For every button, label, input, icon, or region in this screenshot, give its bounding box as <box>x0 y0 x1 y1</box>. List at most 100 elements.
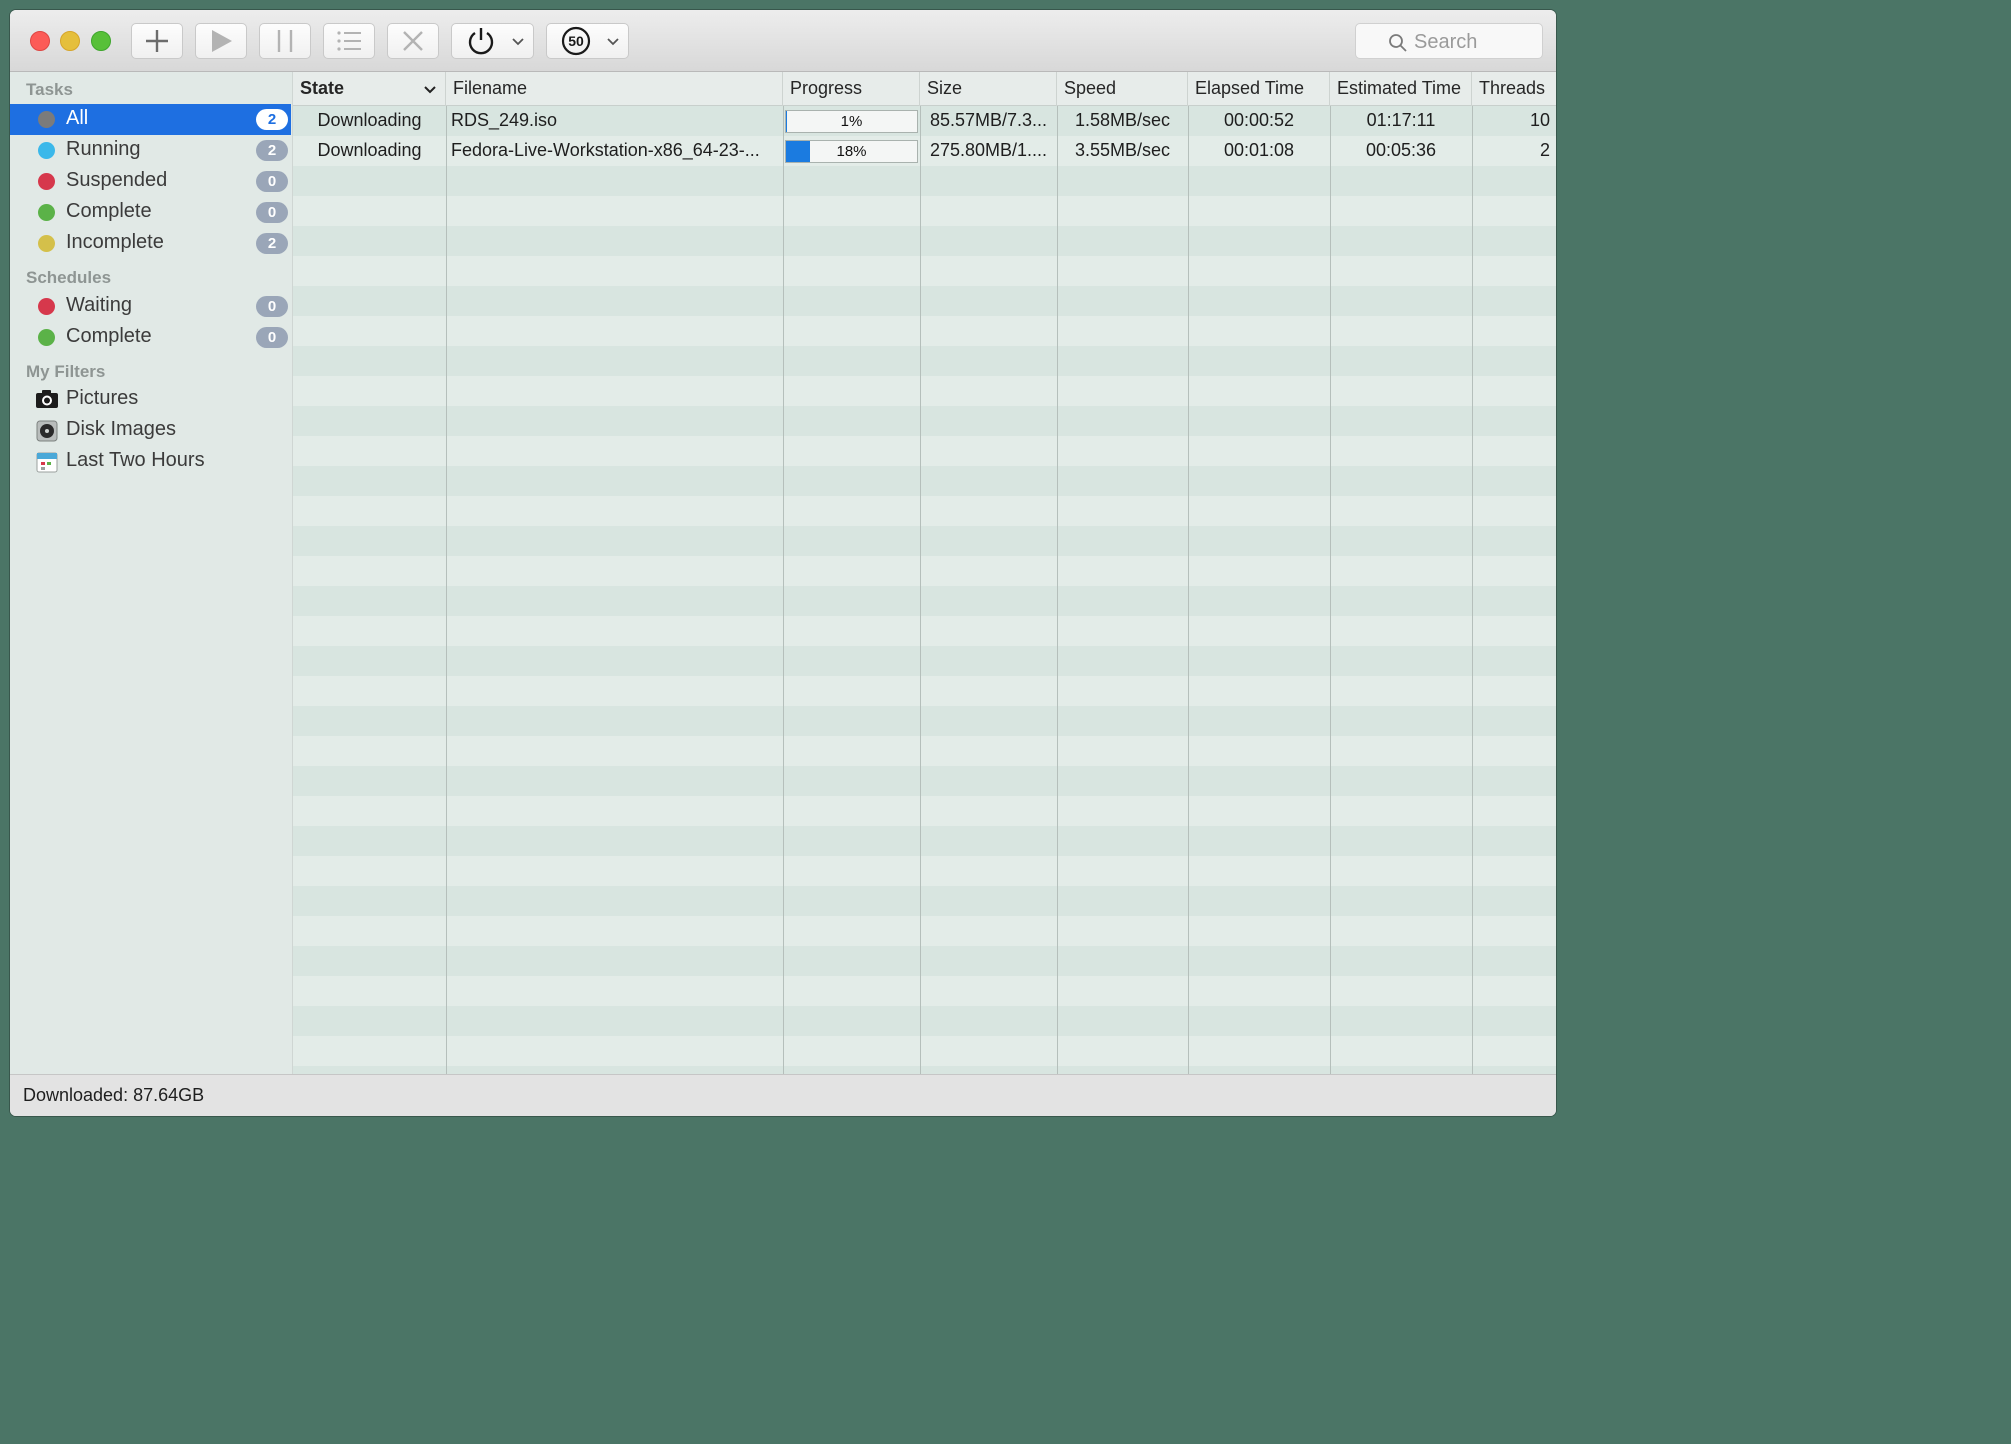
remove-button[interactable] <box>387 23 439 59</box>
column-header-progress[interactable]: Progress <box>783 72 920 106</box>
filters-heading: My Filters <box>26 362 106 381</box>
search-field[interactable] <box>1355 23 1543 59</box>
status-dot-icon <box>38 329 55 346</box>
filename-cell: Fedora-Live-Workstation-x86_64-23-... <box>451 140 760 160</box>
progress-bar: 18% <box>785 140 918 163</box>
column-divider <box>1057 106 1058 1074</box>
column-header-threads[interactable]: Threads <box>1472 72 1556 106</box>
chevron-down-icon <box>607 38 619 46</box>
sidebar-item-suspended[interactable]: Suspended 0 <box>10 166 293 197</box>
column-divider <box>920 106 921 1074</box>
table-row[interactable]: Downloading Fedora-Live-Workstation-x86_… <box>293 136 1556 166</box>
sidebar-item-last-two-hours[interactable]: Last Two Hours <box>10 446 293 477</box>
list-button[interactable] <box>323 23 375 59</box>
threads-cell: 2 <box>1539 140 1550 160</box>
size-cell: 275.80MB/1.... <box>929 140 1048 160</box>
sidebar-item-label: Waiting <box>66 294 132 316</box>
speed-cell: 1.58MB/sec <box>1074 110 1171 130</box>
column-header-filename[interactable]: Filename <box>446 72 783 106</box>
zoom-window-button[interactable] <box>91 31 111 51</box>
sidebar-item-running[interactable]: Running 2 <box>10 135 293 166</box>
sidebar-item-label: Pictures <box>66 387 139 409</box>
list-icon <box>337 31 361 51</box>
column-header-label: Estimated Time <box>1337 78 1462 98</box>
status-dot-icon <box>38 235 55 252</box>
sidebar-item-schedule-complete[interactable]: Complete 0 <box>10 322 293 353</box>
column-header-label: Progress <box>790 78 863 98</box>
count-badge: 0 <box>256 171 288 192</box>
sidebar-item-label: Disk Images <box>66 418 177 440</box>
status-dot-icon <box>38 204 55 221</box>
column-header-label: Filename <box>453 78 528 98</box>
plus-icon <box>146 30 168 52</box>
resume-button[interactable] <box>195 23 247 59</box>
sidebar-item-all[interactable]: All 2 <box>10 104 291 135</box>
sidebar-item-label: Incomplete <box>66 231 164 253</box>
speed-cell: 3.55MB/sec <box>1074 140 1171 160</box>
disk-image-icon <box>36 420 58 442</box>
progress-bar: 1% <box>785 110 918 133</box>
column-divider <box>1188 106 1189 1074</box>
estimated-cell: 01:17:11 <box>1366 110 1436 130</box>
sidebar-item-label: Last Two Hours <box>66 449 205 471</box>
sidebar-item-disk-images[interactable]: Disk Images <box>10 415 293 446</box>
sidebar-item-waiting[interactable]: Waiting 0 <box>10 291 293 322</box>
column-header-label: Elapsed Time <box>1195 78 1305 98</box>
sidebar-item-complete[interactable]: Complete 0 <box>10 197 293 228</box>
status-dot-icon <box>38 298 55 315</box>
sidebar-item-label: Complete <box>66 325 152 347</box>
count-badge: 2 <box>256 233 288 254</box>
column-header-elapsed-time[interactable]: Elapsed Time <box>1188 72 1330 106</box>
size-cell: 85.57MB/7.3... <box>929 110 1048 130</box>
table-header: State Filename Progress Size Speed Elaps… <box>293 72 1556 106</box>
sidebar-item-pictures[interactable]: Pictures <box>10 384 293 415</box>
app-window: 50 Tasks All 2 Running 2 Suspended 0 <box>10 10 1556 1116</box>
column-header-label: Threads <box>1479 78 1546 98</box>
status-bar: Downloaded: 87.64GB <box>10 1074 1556 1116</box>
column-header-state[interactable]: State <box>293 72 446 106</box>
column-divider <box>446 106 447 1074</box>
table-row[interactable]: Downloading RDS_249.iso 1% 85.57MB/7.3..… <box>293 106 1556 136</box>
power-icon <box>468 28 494 55</box>
sidebar-item-label: Suspended <box>66 169 168 191</box>
count-badge: 2 <box>256 109 288 130</box>
search-icon <box>1389 34 1407 52</box>
sidebar-item-incomplete[interactable]: Incomplete 2 <box>10 228 293 259</box>
camera-icon <box>36 390 58 408</box>
column-header-speed[interactable]: Speed <box>1057 72 1188 106</box>
status-dot-icon <box>38 142 55 159</box>
pause-button[interactable] <box>259 23 311 59</box>
sidebar: Tasks All 2 Running 2 Suspended 0 Comple… <box>10 72 293 1074</box>
estimated-cell: 00:05:36 <box>1365 140 1437 160</box>
speed-limit-button[interactable]: 50 <box>546 23 629 59</box>
elapsed-cell: 00:01:08 <box>1223 140 1295 160</box>
power-button[interactable] <box>451 23 534 59</box>
column-header-label: Size <box>927 78 963 98</box>
status-dot-icon <box>38 111 55 128</box>
state-cell: Downloading <box>317 140 422 160</box>
toolbar: 50 <box>10 10 1556 72</box>
threads-cell: 10 <box>1529 110 1550 130</box>
close-icon <box>403 31 423 51</box>
add-button[interactable] <box>131 23 183 59</box>
progress-label: 1% <box>840 113 863 130</box>
count-badge: 2 <box>256 140 288 161</box>
state-cell: Downloading <box>317 110 422 130</box>
elapsed-cell: 00:00:52 <box>1223 110 1295 130</box>
column-header-size[interactable]: Size <box>920 72 1057 106</box>
pause-icon <box>277 30 293 52</box>
column-header-label: Speed <box>1064 78 1117 98</box>
chevron-down-icon <box>424 86 436 94</box>
speed-limit-value: 50 <box>568 33 584 49</box>
tasks-heading: Tasks <box>26 80 73 99</box>
count-badge: 0 <box>256 202 288 223</box>
play-icon <box>212 30 232 52</box>
table-body <box>293 106 1556 1074</box>
column-header-estimated-time[interactable]: Estimated Time <box>1330 72 1472 106</box>
close-window-button[interactable] <box>30 31 50 51</box>
column-divider <box>1472 106 1473 1074</box>
sidebar-item-label: All <box>66 107 89 129</box>
minimize-window-button[interactable] <box>60 31 80 51</box>
search-input[interactable] <box>1414 28 1534 56</box>
column-divider <box>1330 106 1331 1074</box>
